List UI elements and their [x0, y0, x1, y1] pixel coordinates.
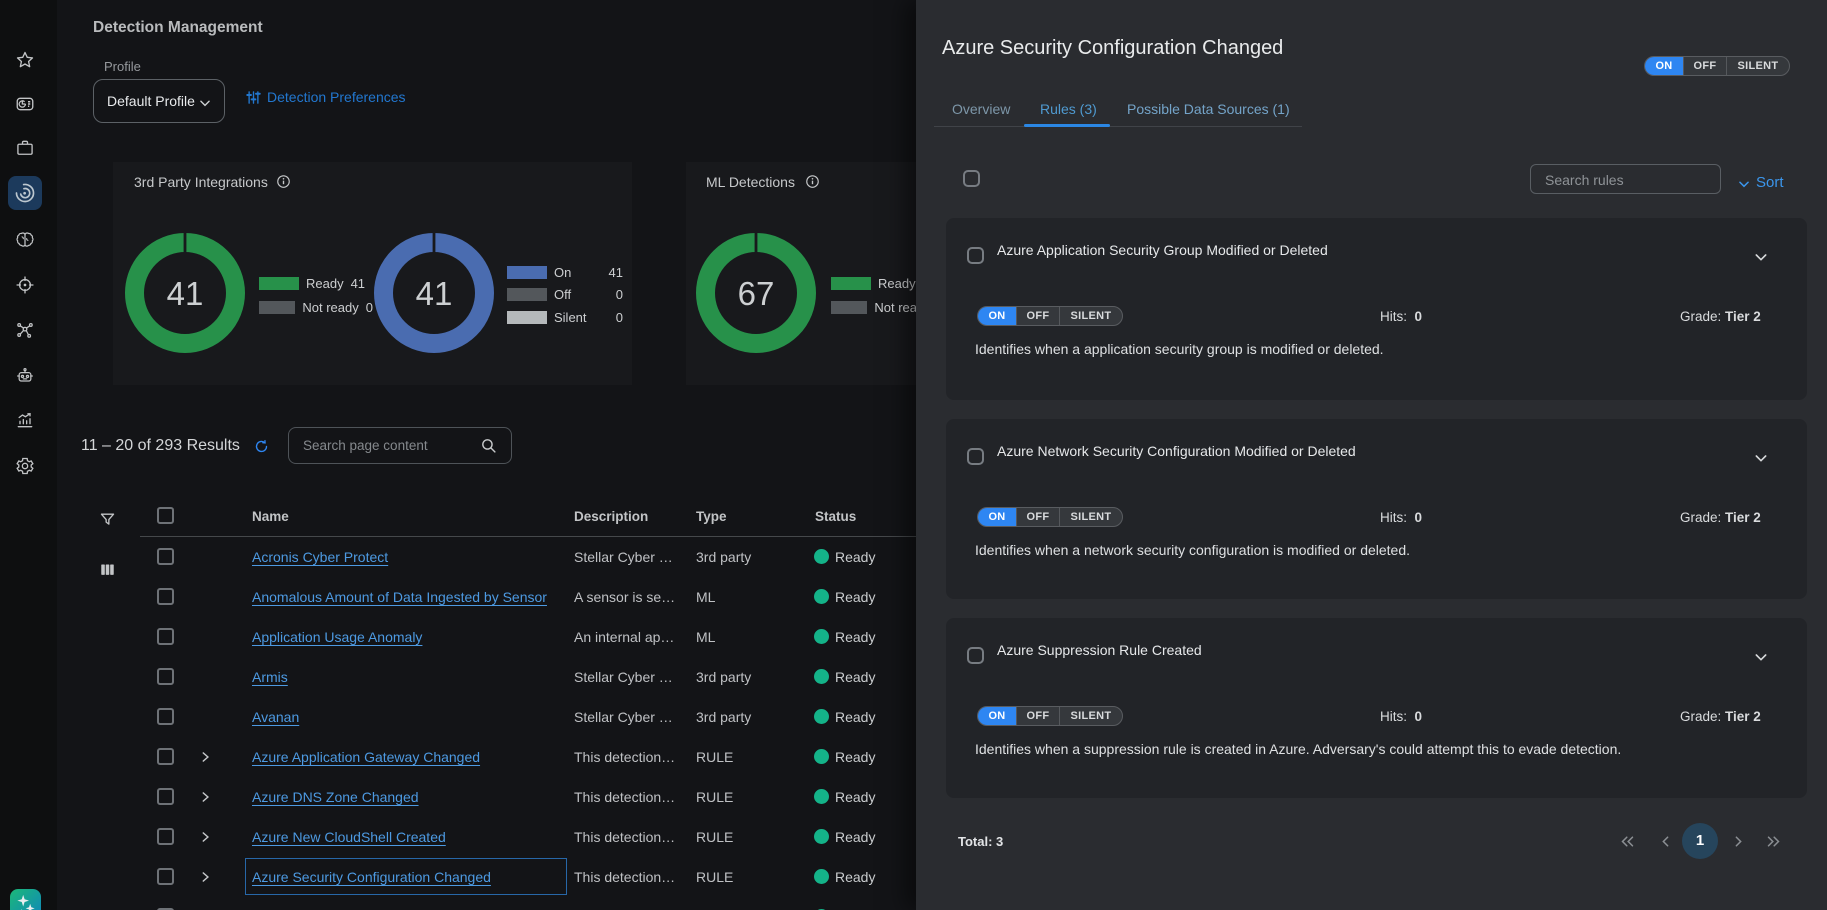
svg-text:41: 41	[167, 275, 204, 312]
svg-text:67: 67	[738, 275, 775, 312]
svg-text:41: 41	[416, 275, 453, 312]
